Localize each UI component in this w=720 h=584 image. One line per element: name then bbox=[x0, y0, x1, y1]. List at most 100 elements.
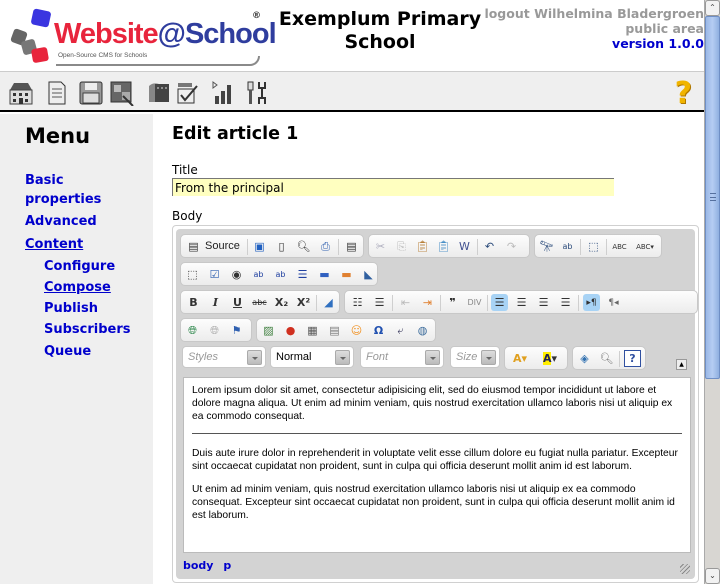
flash-icon[interactable]: ● bbox=[282, 322, 299, 339]
cut-icon[interactable]: ✂ bbox=[372, 238, 389, 255]
source-icon[interactable]: ▤ bbox=[185, 238, 202, 255]
special-char-button[interactable]: Ω bbox=[370, 322, 387, 339]
smiley-icon[interactable]: ☺ bbox=[348, 322, 365, 339]
paste-text-icon[interactable]: 📋︎ bbox=[435, 238, 452, 255]
form-icon[interactable]: ⬚ bbox=[184, 266, 201, 283]
editor-content-area[interactable]: Lorem ipsum dolor sit amet, consectetur … bbox=[183, 377, 691, 553]
bold-button[interactable]: B bbox=[185, 294, 202, 311]
new-page-icon[interactable]: ▯ bbox=[273, 238, 290, 255]
indent-icon[interactable]: ⇥ bbox=[419, 294, 436, 311]
sidebar-item-subscribers[interactable]: Subscribers bbox=[44, 320, 131, 339]
table-icon[interactable]: ▦ bbox=[304, 322, 321, 339]
select-icon[interactable]: ☰ bbox=[294, 266, 311, 283]
scroll-thumb[interactable] bbox=[705, 16, 720, 379]
outdent-icon[interactable]: ⇤ bbox=[397, 294, 414, 311]
strikethrough-button[interactable]: abc bbox=[251, 294, 268, 311]
version-link[interactable]: version 1.0.0 bbox=[474, 36, 704, 51]
styles-combo[interactable]: Styles bbox=[182, 346, 266, 368]
statistics-icon[interactable] bbox=[210, 80, 236, 106]
resize-grip[interactable] bbox=[680, 564, 690, 574]
iframe-icon[interactable]: ◍ bbox=[414, 322, 431, 339]
align-right-icon[interactable]: ☰ bbox=[535, 294, 552, 311]
page-break-icon[interactable]: ⤶ bbox=[392, 322, 409, 339]
sidebar-item-compose[interactable]: Compose bbox=[44, 278, 111, 297]
remove-format-icon[interactable]: ◢ bbox=[320, 294, 337, 311]
title-input[interactable] bbox=[172, 178, 614, 196]
find-icon[interactable]: 🔭︎ bbox=[538, 238, 555, 255]
size-combo[interactable]: Size bbox=[450, 346, 500, 368]
checkbox-icon[interactable]: ☑ bbox=[206, 266, 223, 283]
path-item-body[interactable]: body bbox=[183, 559, 213, 572]
numbered-list-icon[interactable]: ☷ bbox=[349, 294, 366, 311]
textfield-icon[interactable]: ab bbox=[250, 266, 267, 283]
text-color-icon[interactable]: A▾ bbox=[508, 350, 532, 367]
replace-icon[interactable]: ab bbox=[559, 238, 576, 255]
italic-button[interactable]: I bbox=[207, 294, 224, 311]
redo-icon[interactable]: ↷ bbox=[503, 238, 520, 255]
sidebar-item-advanced[interactable]: Advanced bbox=[25, 212, 97, 231]
paste-word-icon[interactable]: W bbox=[456, 238, 473, 255]
scroll-up-button[interactable]: ⌃ bbox=[705, 0, 720, 16]
source-button[interactable]: Source bbox=[205, 240, 240, 252]
textarea-icon[interactable]: ab bbox=[272, 266, 289, 283]
chevron-down-icon[interactable] bbox=[481, 350, 496, 365]
sidebar-item-configure[interactable]: Configure bbox=[44, 257, 115, 276]
start-center-icon[interactable] bbox=[8, 80, 34, 106]
chevron-down-icon[interactable] bbox=[335, 350, 350, 365]
page-scrollbar[interactable]: ⌃ ⌄ bbox=[704, 0, 720, 584]
path-item-p[interactable]: p bbox=[223, 559, 231, 572]
chevron-down-icon[interactable] bbox=[425, 350, 440, 365]
image-icon[interactable]: ▨ bbox=[260, 322, 277, 339]
templates-icon[interactable]: ▤ bbox=[343, 238, 360, 255]
create-div-icon[interactable]: DIV bbox=[466, 294, 483, 311]
configuration-manager-icon[interactable] bbox=[175, 80, 201, 106]
show-blocks-icon[interactable]: 🔍︎ bbox=[598, 350, 615, 367]
paste-icon[interactable]: 📋︎ bbox=[414, 238, 431, 255]
anchor-icon[interactable]: ⚑ bbox=[228, 322, 245, 339]
website-at-school-logo[interactable]: Website@School ® Open-Source CMS for Sch… bbox=[10, 8, 277, 66]
account-manager-icon[interactable] bbox=[145, 80, 171, 106]
logout-link[interactable]: logout Wilhelmina Bladergroen bbox=[474, 6, 704, 21]
blockquote-button[interactable]: ❞ bbox=[444, 294, 461, 311]
tools-icon[interactable] bbox=[244, 80, 270, 106]
collapse-toolbar-button[interactable]: ▲ bbox=[676, 359, 687, 370]
scroll-down-button[interactable]: ⌄ bbox=[705, 568, 720, 584]
undo-icon[interactable]: ↶ bbox=[481, 238, 498, 255]
select-all-icon[interactable]: ⬚ bbox=[585, 238, 602, 255]
chevron-down-icon[interactable] bbox=[247, 350, 262, 365]
editor-help-button[interactable]: ? bbox=[624, 350, 641, 367]
help-icon[interactable]: ? bbox=[675, 76, 692, 111]
format-combo[interactable]: Normal bbox=[270, 346, 354, 368]
align-center-icon[interactable]: ☰ bbox=[513, 294, 530, 311]
bulleted-list-icon[interactable]: ☰ bbox=[371, 294, 388, 311]
preview-icon[interactable]: 🔍︎ bbox=[295, 238, 312, 255]
unlink-icon[interactable]: 🌐︎ bbox=[206, 322, 223, 339]
copy-icon[interactable]: ⎘ bbox=[393, 238, 410, 255]
text-direction-rtl-button[interactable]: ¶◂ bbox=[605, 294, 622, 311]
image-button-icon[interactable]: ▬ bbox=[338, 266, 355, 283]
button-icon[interactable]: ▬ bbox=[316, 266, 333, 283]
file-manager-icon[interactable] bbox=[78, 80, 104, 106]
print-icon[interactable]: ⎙ bbox=[317, 238, 334, 255]
font-combo[interactable]: Font bbox=[360, 346, 444, 368]
underline-button[interactable]: U bbox=[229, 294, 246, 311]
sidebar-item-queue[interactable]: Queue bbox=[44, 342, 91, 361]
radio-icon[interactable]: ◉ bbox=[228, 266, 245, 283]
spellcheck-as-you-type-icon[interactable]: ABC▾ bbox=[633, 238, 657, 255]
background-color-icon[interactable]: A ▾ bbox=[537, 350, 563, 367]
sidebar-item-publish[interactable]: Publish bbox=[44, 299, 98, 318]
justify-icon[interactable]: ☰ bbox=[557, 294, 574, 311]
subscript-button[interactable]: X₂ bbox=[273, 294, 290, 311]
hidden-field-icon[interactable]: ◣ bbox=[360, 266, 377, 283]
link-icon[interactable]: 🌐︎ bbox=[184, 322, 201, 339]
text-direction-ltr-button[interactable]: ▸¶ bbox=[583, 294, 600, 311]
align-left-icon[interactable]: ☰ bbox=[491, 294, 508, 311]
sidebar-item-basic-properties[interactable]: Basic properties bbox=[25, 171, 101, 209]
horizontal-rule-icon[interactable]: ▤ bbox=[326, 322, 343, 339]
modules-icon[interactable] bbox=[109, 80, 135, 106]
page-manager-icon[interactable] bbox=[44, 80, 70, 106]
superscript-button[interactable]: X² bbox=[295, 294, 312, 311]
sidebar-item-content[interactable]: Content bbox=[25, 235, 83, 254]
maximize-icon[interactable]: ◈ bbox=[576, 350, 593, 367]
save-icon[interactable]: ▣ bbox=[251, 238, 268, 255]
